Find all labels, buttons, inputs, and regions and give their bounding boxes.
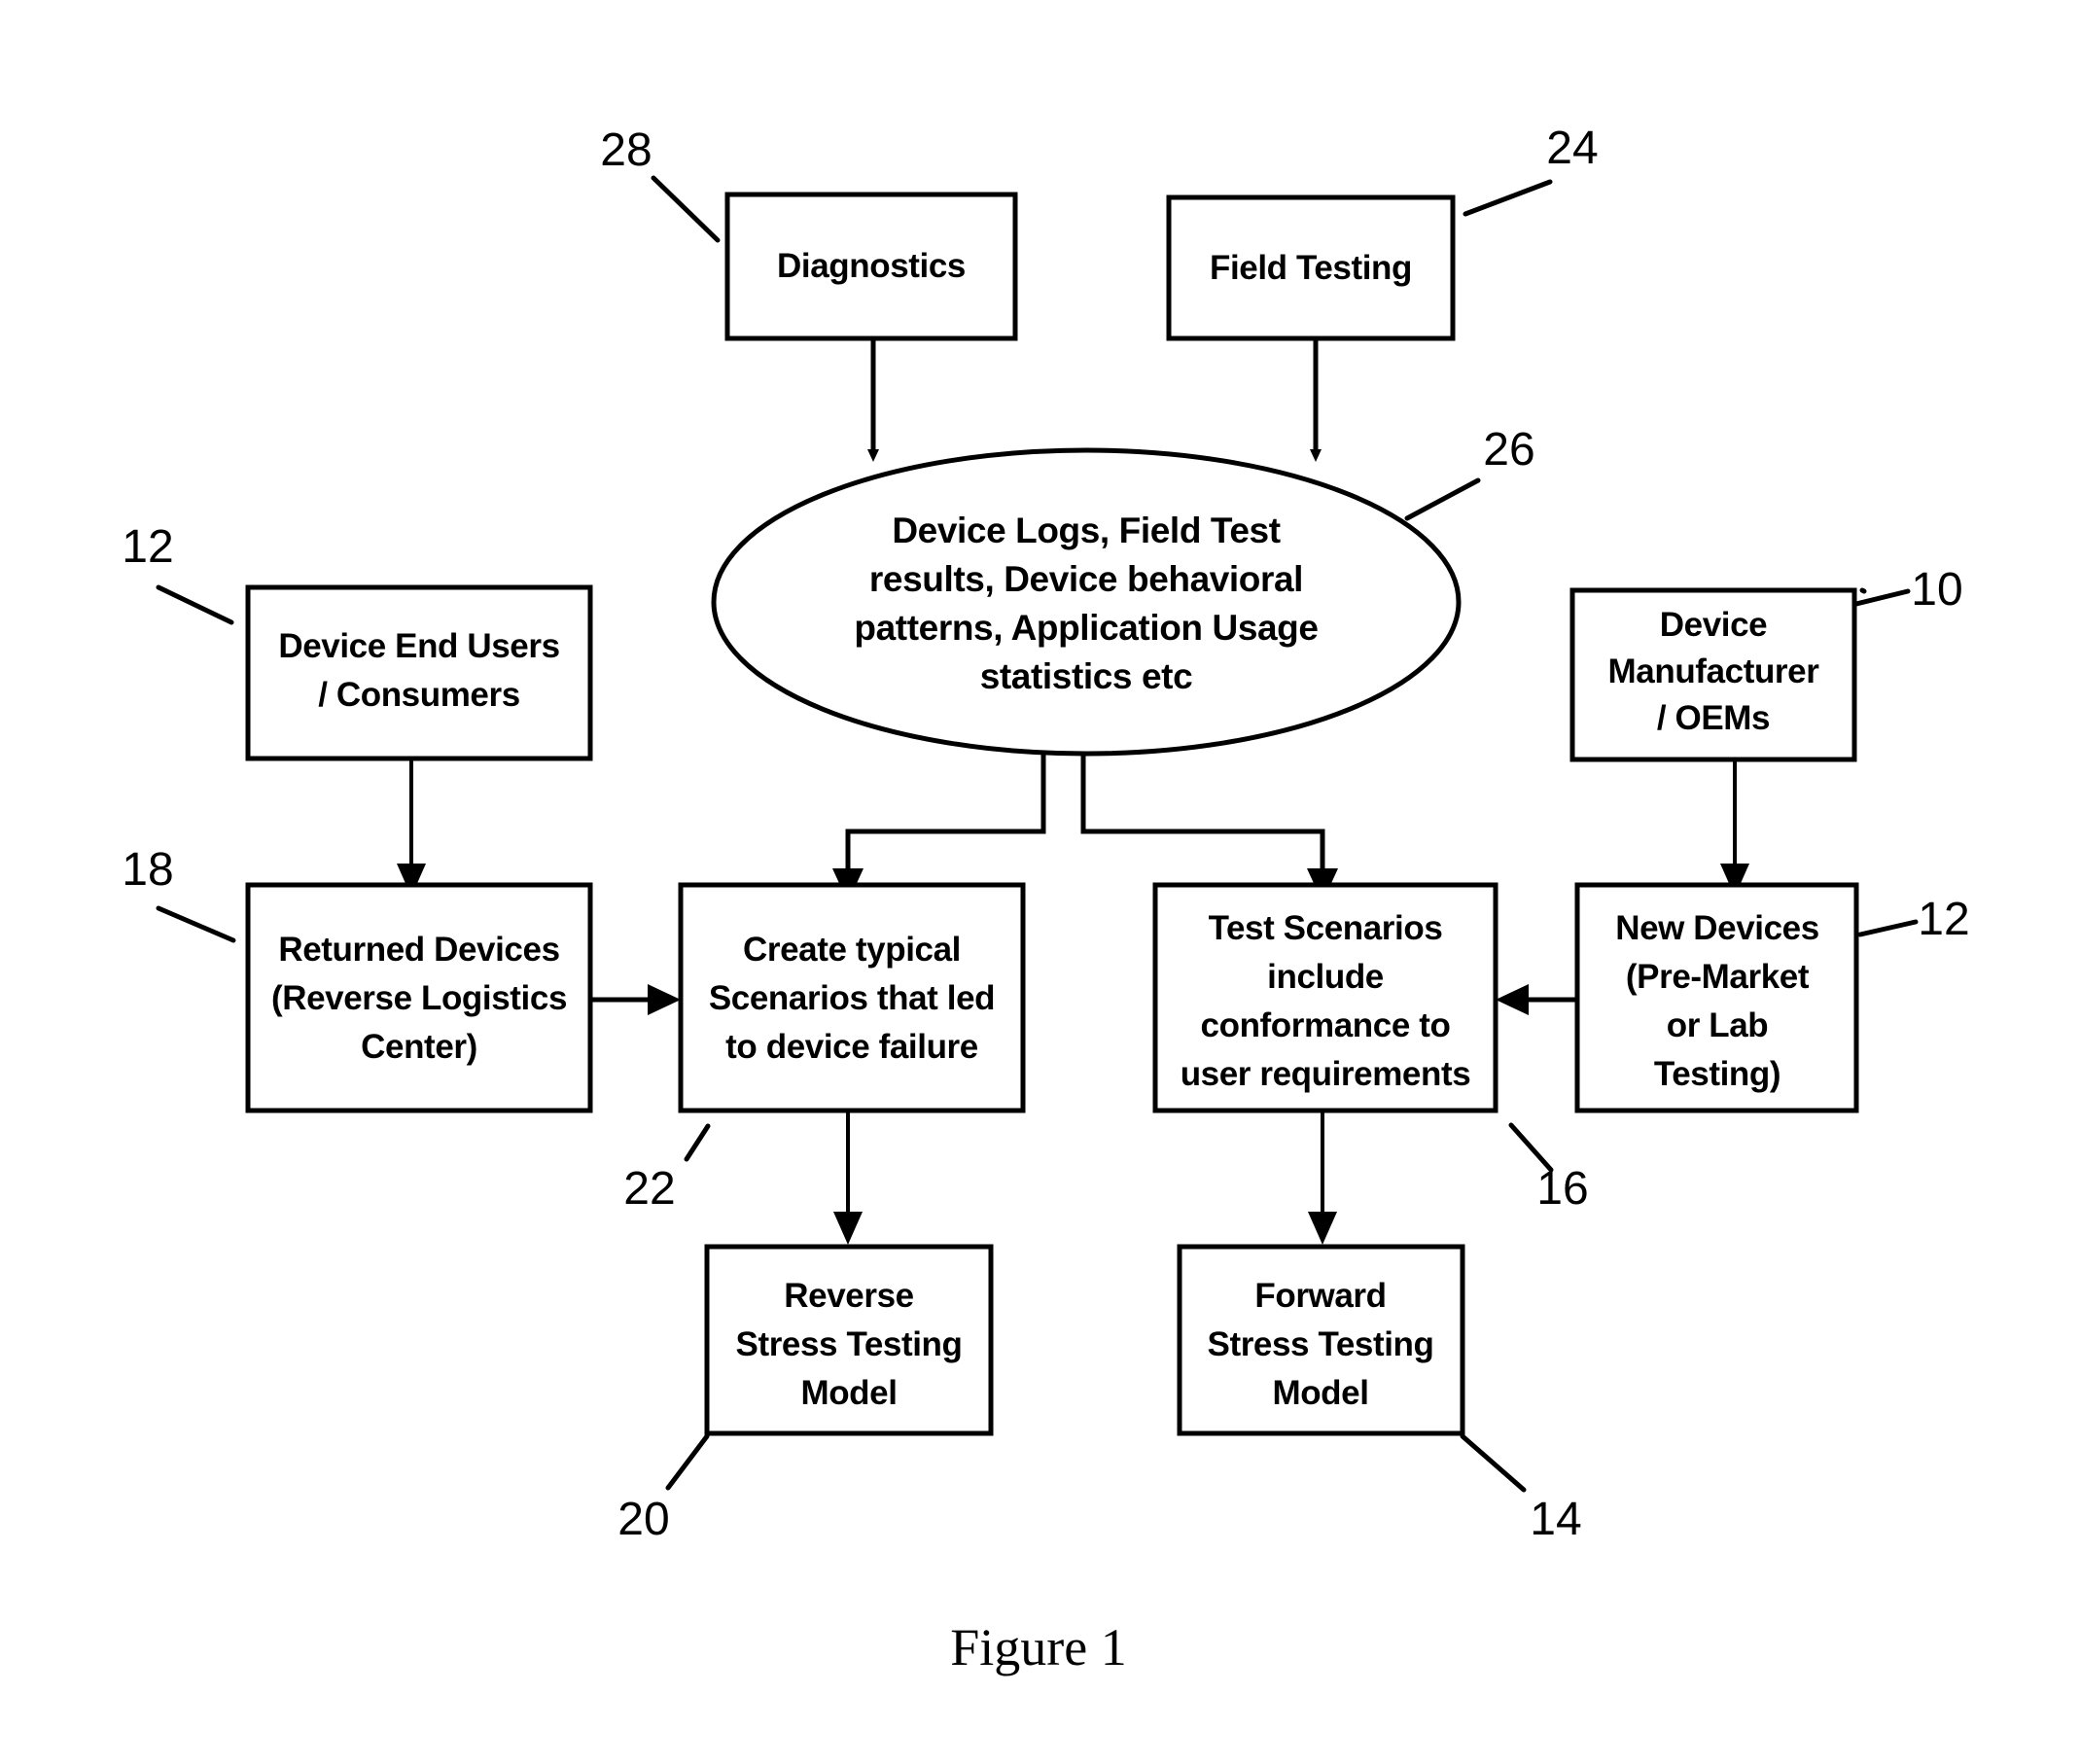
node-device-end-users[interactable]: Device End Users / Consumers (245, 584, 593, 761)
connector-manufacturer-to-newdevices (1720, 759, 1749, 897)
leader-20 (665, 1433, 710, 1491)
patent-figure: Diagnostics 28 Field Testing 24 Device L… (0, 0, 2080, 1764)
node-device-manufacturer[interactable]: Device Manufacturer / OEMs (1569, 587, 1857, 762)
new-devices-line-1: New Devices (1615, 909, 1819, 947)
forward-model-line-2: Stress Testing (1208, 1325, 1434, 1363)
connector-datastore-to-test-scenarios (1080, 754, 1338, 902)
data-store-line-4: statistics etc (980, 656, 1193, 696)
ref-numeral-28: 28 (600, 124, 652, 176)
create-line-1: Create typical (743, 931, 961, 969)
forward-model-line-3: Model (1272, 1374, 1368, 1412)
returned-line-1: Returned Devices (278, 931, 559, 969)
node-forward-stress-model[interactable]: Forward Stress Testing Model (1177, 1244, 1465, 1436)
new-devices-line-3: or Lab (1667, 1006, 1769, 1044)
node-data-store[interactable]: Device Logs, Field Test results, Device … (711, 447, 1462, 757)
connector-newdevices-to-test (1496, 984, 1577, 1015)
end-users-line-2: / Consumers (318, 676, 520, 714)
ref-numeral-26: 26 (1483, 424, 1534, 476)
create-line-3: to device failure (725, 1028, 978, 1066)
data-store-line-1: Device Logs, Field Test (892, 511, 1280, 550)
test-line-2: include (1267, 958, 1384, 996)
create-line-2: Scenarios that led (709, 979, 995, 1017)
leader-12-right (1857, 919, 1919, 937)
node-returned-devices[interactable]: Returned Devices (Reverse Logistics Cent… (245, 882, 593, 1113)
ref-numeral-16: 16 (1536, 1163, 1588, 1215)
leader-26 (1404, 477, 1481, 521)
ref-numeral-20: 20 (617, 1494, 669, 1545)
leader-22 (684, 1123, 711, 1162)
ref-numeral-14: 14 (1530, 1494, 1581, 1545)
connector-endusers-to-returned (397, 759, 426, 897)
connector-create-to-reverse-model (833, 1109, 863, 1245)
ref-numeral-22: 22 (623, 1163, 675, 1215)
connector-datastore-to-create-scenarios (832, 754, 1046, 902)
test-line-3: conformance to (1201, 1006, 1451, 1044)
manufacturer-line-2: Manufacturer (1608, 653, 1820, 690)
field-testing-label: Field Testing (1210, 249, 1412, 287)
reverse-model-line-1: Reverse (784, 1277, 913, 1315)
connector-test-to-forward-model (1308, 1109, 1337, 1245)
data-store-line-3: patterns, Application Usage (854, 608, 1318, 648)
diagnostics-label: Diagnostics (777, 247, 966, 285)
node-test-scenarios[interactable]: Test Scenarios include conformance to us… (1152, 882, 1498, 1113)
new-devices-line-2: (Pre-Market (1626, 958, 1810, 996)
ref-numeral-24: 24 (1546, 123, 1598, 174)
end-users-line-1: Device End Users (278, 627, 559, 665)
node-create-scenarios[interactable]: Create typical Scenarios that led to dev… (678, 882, 1026, 1113)
node-diagnostics[interactable]: Diagnostics (724, 192, 1018, 341)
leader-24 (1463, 179, 1553, 217)
manufacturer-line-1: Device (1660, 606, 1767, 644)
reverse-model-line-2: Stress Testing (736, 1325, 963, 1363)
leader-10 (1859, 587, 1867, 594)
leader-18 (156, 905, 236, 943)
data-store-line-2: results, Device behavioral (869, 559, 1303, 599)
flow-diagram-canvas: Diagnostics 28 Field Testing 24 Device L… (122, 123, 1969, 1676)
node-field-testing[interactable]: Field Testing (1166, 194, 1456, 341)
leader-10-line (1850, 588, 1911, 608)
ref-numeral-10: 10 (1911, 564, 1962, 616)
test-line-1: Test Scenarios (1209, 909, 1443, 947)
ref-numeral-12-left: 12 (122, 521, 173, 573)
ref-numeral-12-right: 12 (1918, 894, 1969, 945)
manufacturer-line-3: / OEMs (1657, 699, 1770, 737)
connector-returned-to-create (588, 984, 681, 1015)
returned-line-2: (Reverse Logistics (271, 979, 567, 1017)
reverse-model-line-3: Model (800, 1374, 897, 1412)
leader-14 (1460, 1433, 1527, 1493)
forward-model-line-1: Forward (1254, 1277, 1386, 1315)
leader-12-left (156, 584, 234, 625)
ref-numeral-18: 18 (122, 844, 173, 896)
node-new-devices[interactable]: New Devices (Pre-Market or Lab Testing) (1574, 882, 1859, 1113)
returned-line-3: Center) (361, 1028, 477, 1066)
new-devices-line-4: Testing) (1654, 1055, 1780, 1093)
leader-28 (651, 175, 721, 243)
node-reverse-stress-model[interactable]: Reverse Stress Testing Model (704, 1244, 994, 1436)
figure-caption: Figure 1 (950, 1618, 1127, 1676)
test-line-4: user requirements (1181, 1055, 1471, 1093)
